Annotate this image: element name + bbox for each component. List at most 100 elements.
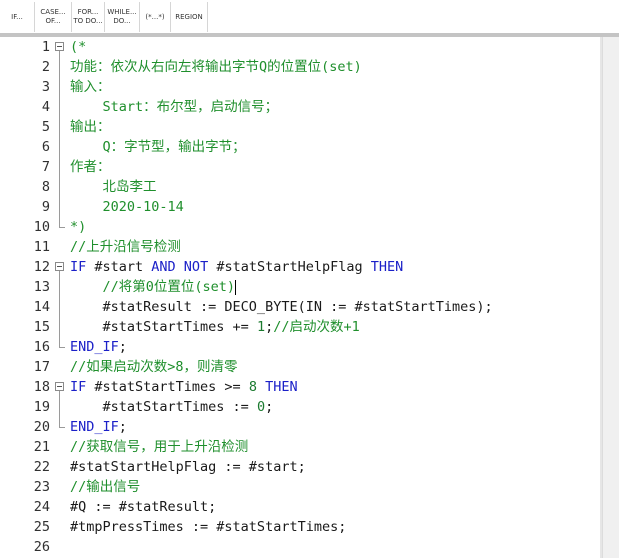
code-line[interactable]: 17 //如果启动次数>8，则清零 [0,357,602,377]
code-text[interactable]: (* [70,37,86,57]
code-line[interactable]: 6 Q：字节型，输出字节； [0,137,602,157]
code-token: ; [265,319,274,335]
comment-token: //输出信号 [70,479,141,495]
number-token: 8 [248,379,266,395]
code-text[interactable]: *) [70,217,86,237]
fold-toggle-comment-block[interactable] [55,42,64,51]
code-text[interactable]: END_IF; [70,337,127,357]
code-text[interactable]: 北岛李工 [70,177,157,197]
code-text[interactable]: 输入： [70,77,111,97]
line-number: 22 [33,459,50,475]
comment-token: 作者： [70,159,111,175]
code-line[interactable]: 2 功能：依次从右向左将输出字节Q的位置位(set) [0,57,602,77]
for-to-do-snippet-button[interactable]: FOR... TO DO... [72,2,105,32]
code-line[interactable]: 4 Start：布尔型，启动信号； [0,97,602,117]
comment-token: 输出： [70,119,111,135]
code-text[interactable]: //上升沿信号检测 [70,237,181,257]
st-toolbar: IF... CASE... OF... FOR... TO DO... WHIL… [0,0,619,33]
code-line[interactable]: 19 #statStartTimes := 0; [0,397,602,417]
code-line[interactable]: 23 //输出信号 [0,477,602,497]
code-text[interactable]: #statStartHelpFlag := #start; [70,457,306,477]
code-line[interactable]: 21 //获取信号，用于上升沿检测 [0,437,602,457]
keyword-token: END_IF [70,339,119,355]
code-line[interactable]: 10 *) [0,217,602,237]
code-line[interactable]: 7 作者： [0,157,602,177]
code-line[interactable]: 8 北岛李工 [0,177,602,197]
code-line[interactable]: 24 #Q := #statResult; [0,497,602,517]
line-number: 17 [33,359,50,375]
line-number: 10 [33,219,50,235]
line-number: 14 [33,299,50,315]
while-do-snippet-button[interactable]: WHILE... DO... [105,2,140,32]
code-text[interactable]: 作者： [70,157,111,177]
code-token: #tmpPressTimes := #statStartTimes; [70,519,347,535]
comment-token: //上升沿信号检测 [70,239,181,255]
code-line[interactable]: 25 #tmpPressTimes := #statStartTimes; [0,517,602,537]
code-text[interactable]: //获取信号，用于上升沿检测 [70,437,248,457]
code-line[interactable]: 13 //将第0位置位(set) [0,277,602,297]
comment-token: //如果启动次数>8，则清零 [70,359,238,375]
code-text[interactable]: #tmpPressTimes := #statStartTimes; [70,517,346,537]
comment-token: Start：布尔型，启动信号； [70,99,279,115]
code-text[interactable]: IF #statStartTimes >= 8 THEN [70,377,298,397]
code-text[interactable]: Q：字节型，输出字节； [70,137,246,157]
code-line[interactable]: 14 #statResult := DECO_BYTE(IN := #statS… [0,297,602,317]
line-number: 23 [33,479,50,495]
fold-guide [59,391,60,427]
code-token: #statStartTimes += [70,319,257,335]
line-number: 2 [41,59,50,75]
code-line[interactable]: 3 输入： [0,77,602,97]
line-number: 11 [33,239,50,255]
line-number: 8 [41,179,50,195]
fold-toggle-if-block[interactable] [55,382,64,391]
code-text[interactable]: IF #start AND NOT #statStartHelpFlag THE… [70,257,403,277]
code-line[interactable]: 15 #statStartTimes += 1;//启动次数+1 [0,317,602,337]
fold-toggle-if-block[interactable] [55,262,64,271]
code-token: ; [118,339,127,355]
line-number: 15 [33,319,50,335]
code-token: #statStartHelpFlag := #start; [70,459,306,475]
code-text[interactable]: #statResult := DECO_BYTE(IN := #statStar… [70,297,493,317]
keyword-token: THEN [265,379,298,395]
code-text[interactable]: 2020-10-14 [70,197,184,217]
code-line[interactable]: 11 //上升沿信号检测 [0,237,602,257]
code-line[interactable]: 5 输出： [0,117,602,137]
code-line[interactable]: 12 IF #start AND NOT #statStartHelpFlag T… [0,257,602,277]
comment-token: Q：字节型，输出字节； [70,139,246,155]
code-text[interactable]: //如果启动次数>8，则清零 [70,357,238,377]
code-line[interactable]: 16 END_IF; [0,337,602,357]
fold-guide [59,51,60,227]
line-number: 16 [33,339,50,355]
comment-token: 北岛李工 [70,179,157,195]
code-line[interactable]: 1 (* [0,37,602,57]
if-snippet-button[interactable]: IF... [0,2,35,32]
comment-snippet-button[interactable]: (*...*) [140,2,171,32]
case-of-snippet-button[interactable]: CASE... OF... [35,2,72,32]
code-line[interactable]: 20 END_IF; [0,417,602,437]
code-text[interactable]: Start：布尔型，启动信号； [70,97,279,117]
code-text[interactable]: #statStartTimes := 0; [70,397,274,417]
code-text[interactable]: #Q := #statResult; [70,497,216,517]
fold-guide [59,271,60,347]
region-snippet-button[interactable]: REGION [171,2,208,32]
code-text[interactable]: //将第0位置位(set) [70,277,237,297]
code-line[interactable]: 26 [0,537,602,557]
code-editor[interactable]: 1 (* 2 功能：依次从右向左将输出字节Q的位置位(set) 3 输入： 4 Start：… [0,37,602,558]
line-number: 19 [33,399,50,415]
code-text[interactable]: 输出： [70,117,111,137]
code-line[interactable]: 9 2020-10-14 [0,197,602,217]
fold-guide-end [59,427,65,428]
code-text[interactable]: END_IF; [70,417,127,437]
code-line[interactable]: 18 IF #statStartTimes >= 8 THEN [0,377,602,397]
line-number: 21 [33,439,50,455]
code-text[interactable]: //输出信号 [70,477,140,497]
line-number: 4 [41,99,50,115]
keyword-token: IF [70,259,95,275]
vertical-scrollbar[interactable] [602,37,619,558]
code-text[interactable]: 功能：依次从右向左将输出字节Q的位置位(set) [70,57,362,77]
keyword-token: THEN [370,259,404,275]
code-line[interactable]: 22 #statStartHelpFlag := #start; [0,457,602,477]
comment-token: //将第0位置位(set) [70,279,236,295]
code-text[interactable]: #statStartTimes += 1;//启动次数+1 [70,317,360,337]
code-token: #Q := #statResult; [70,499,217,515]
